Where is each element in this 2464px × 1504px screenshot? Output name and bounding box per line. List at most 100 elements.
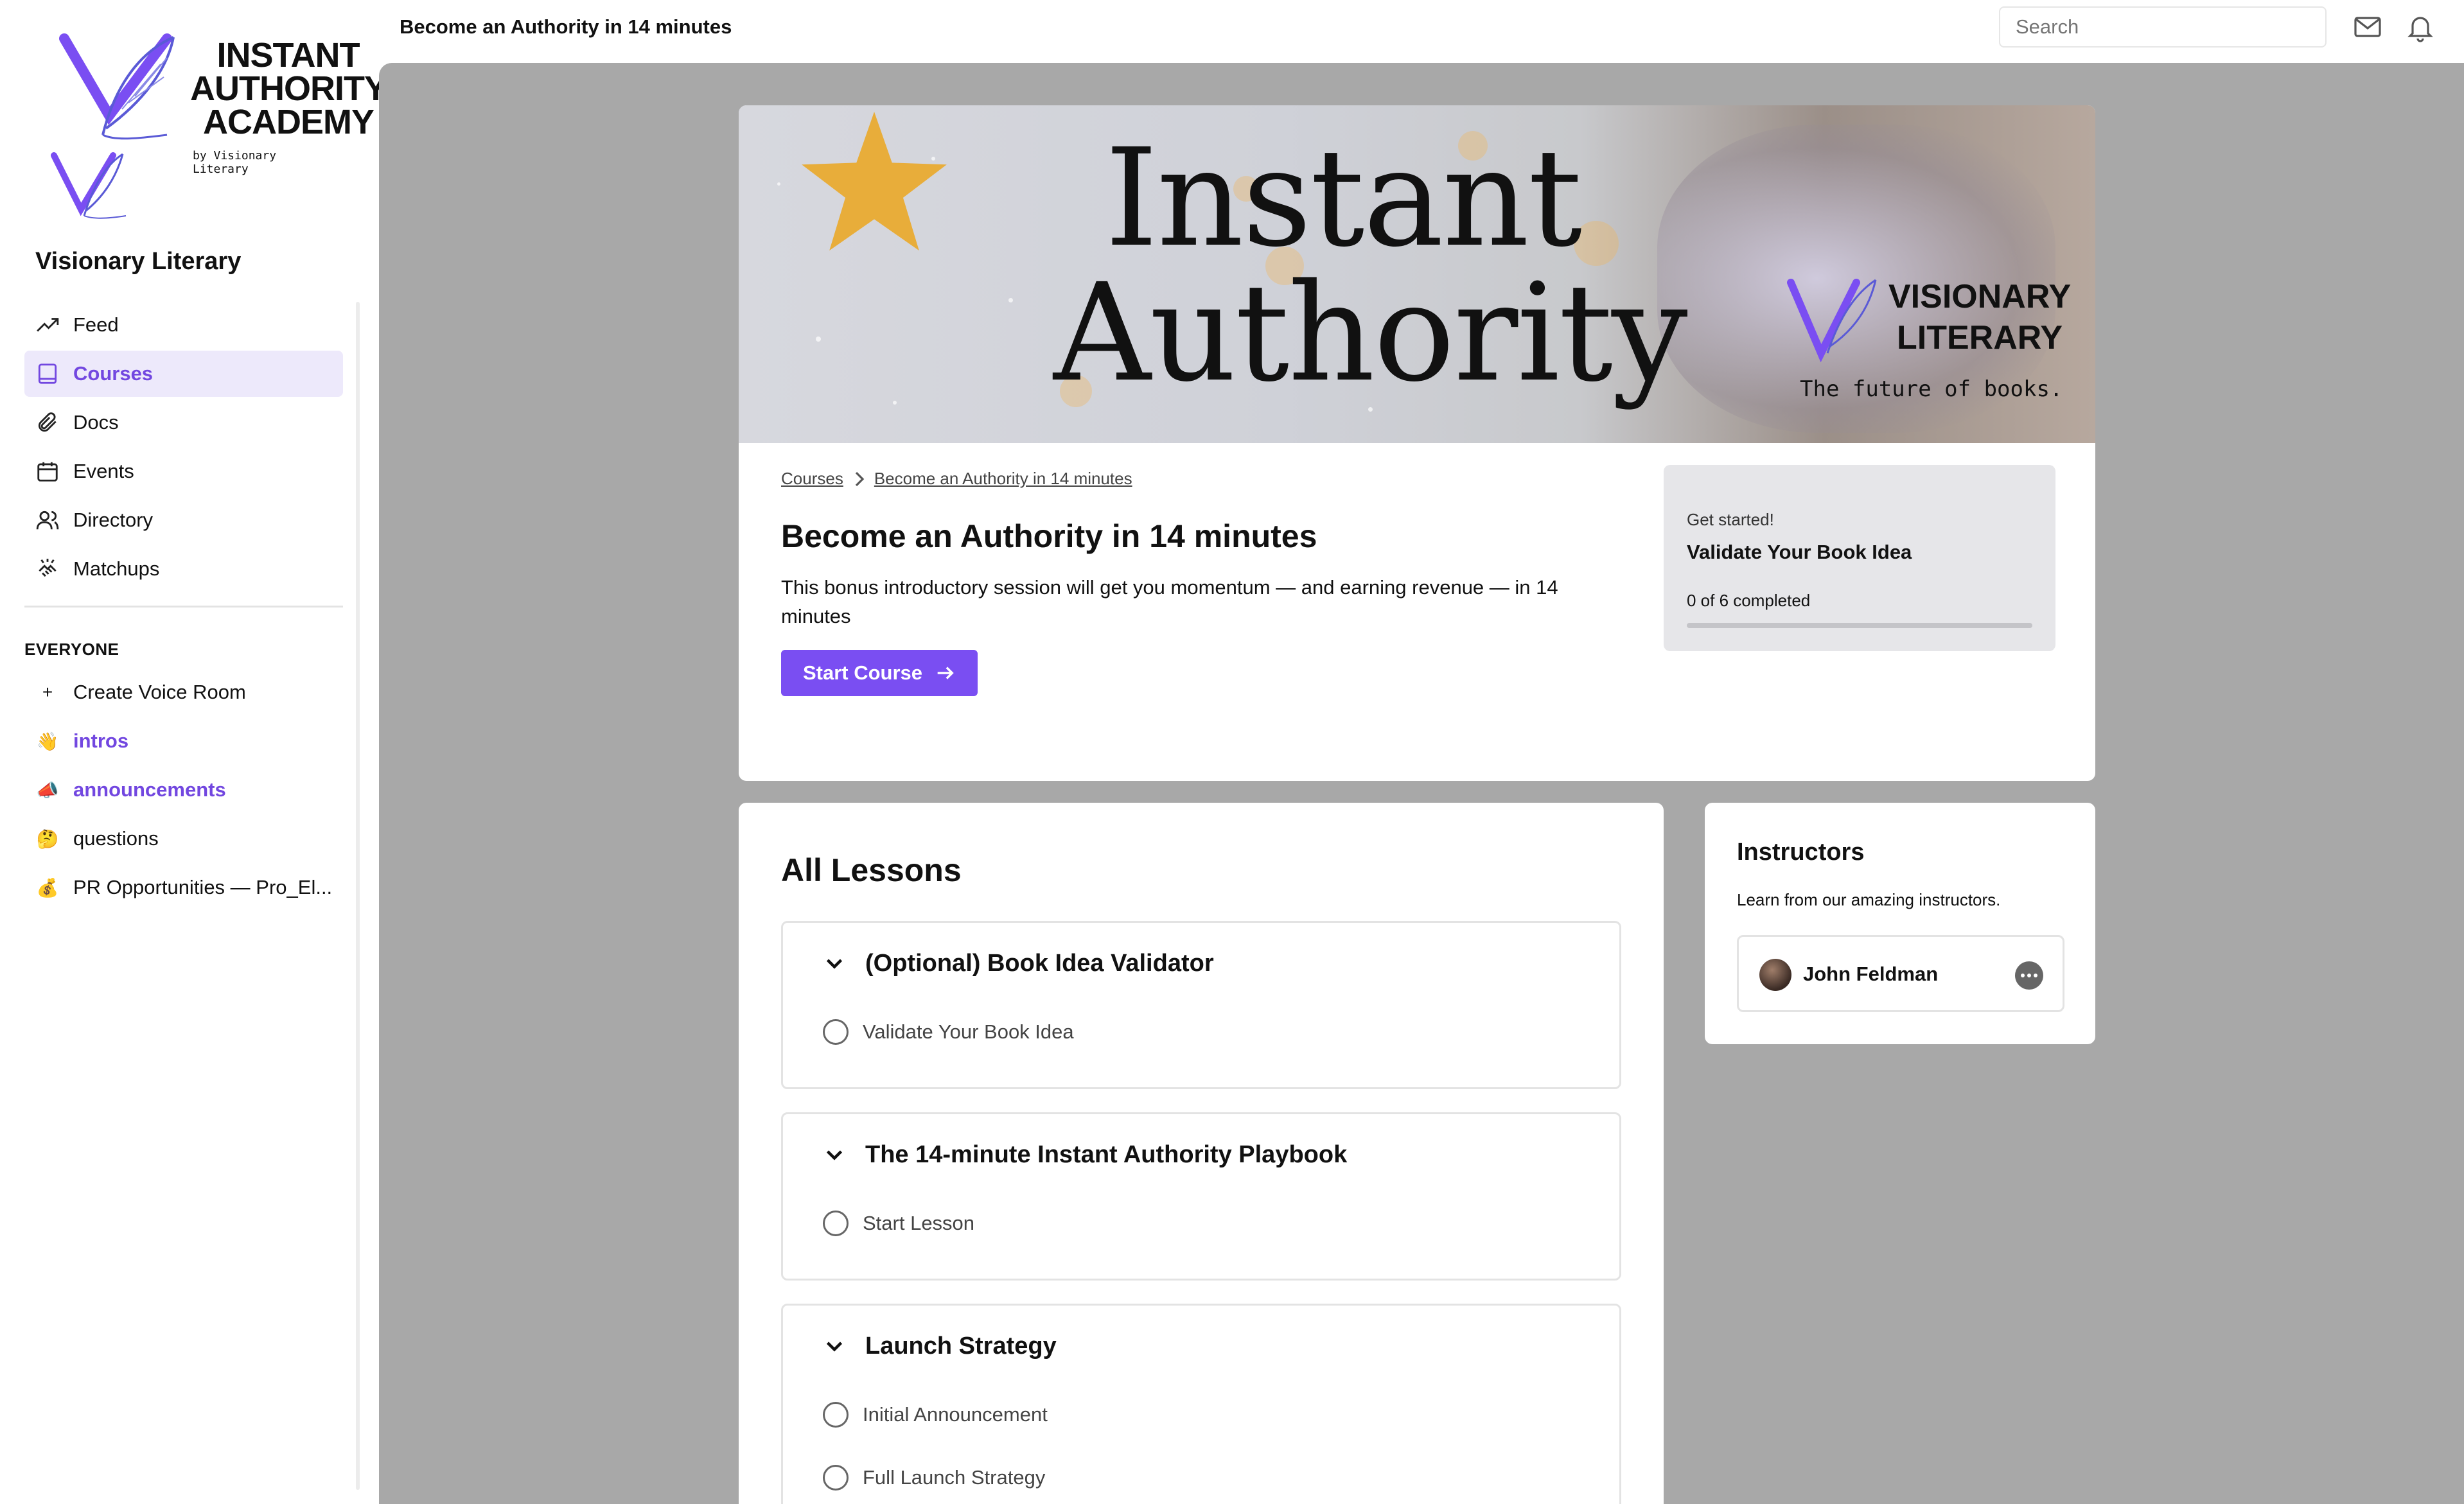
next-lesson-title: Validate Your Book Idea xyxy=(1687,541,1912,563)
brand-tagline: The future of books. xyxy=(1800,376,2063,402)
main-nav: Feed Courses Docs Events Directory Match… xyxy=(24,302,343,595)
progress-card[interactable]: Get started! Validate Your Book Idea 0 o… xyxy=(1664,465,2055,651)
lesson-title: Start Lesson xyxy=(863,1212,975,1234)
lessons-card: All Lessons (Optional) Book Idea Validat… xyxy=(739,803,1664,1504)
chat-bubble-icon[interactable] xyxy=(2015,961,2043,990)
instructors-subtitle: Learn from our amazing instructors. xyxy=(1737,890,2001,909)
module-title: (Optional) Book Idea Validator xyxy=(865,950,1214,977)
money-bag-icon: 💰 xyxy=(36,877,59,898)
channel-questions[interactable]: 🤔 questions xyxy=(24,814,343,863)
lesson-item[interactable]: Start Lesson xyxy=(823,1211,974,1236)
channel-label: questions xyxy=(73,827,159,850)
channel-pr-opportunities[interactable]: 💰 PR Opportunities — Pro_El... xyxy=(24,863,343,912)
section-label-everyone: EVERYONE xyxy=(24,640,119,659)
nav-item-matchups[interactable]: Matchups xyxy=(24,546,343,592)
nav-label: Docs xyxy=(73,411,119,433)
start-course-label: Start Course xyxy=(802,661,923,684)
channel-announcements[interactable]: 📣 announcements xyxy=(24,765,343,814)
users-icon xyxy=(35,507,60,533)
mail-icon[interactable] xyxy=(2352,12,2383,42)
module-instant-authority-playbook: The 14-minute Instant Authority Playbook… xyxy=(781,1112,1621,1281)
lesson-item[interactable]: Validate Your Book Idea xyxy=(823,1019,1074,1045)
sidebar-scrollbar[interactable] xyxy=(356,302,360,1490)
search-input[interactable] xyxy=(1999,6,2327,48)
chevron-right-icon xyxy=(852,471,865,487)
sidebar: INSTANT AUTHORITY ACADEMY by Visionary L… xyxy=(0,0,387,1504)
instructor-item[interactable]: John Feldman xyxy=(1737,935,2064,1012)
course-banner: Instant Authority VISIONARY LITERARY The… xyxy=(739,105,2095,443)
chevron-down-icon xyxy=(826,1341,843,1352)
lesson-title: Full Launch Strategy xyxy=(863,1466,1046,1489)
logo-subtitle: by Visionary Literary xyxy=(193,149,277,176)
avatar xyxy=(1759,959,1791,991)
start-course-button[interactable]: Start Course xyxy=(781,650,978,696)
paperclip-icon xyxy=(35,410,60,435)
main-content: Instant Authority VISIONARY LITERARY The… xyxy=(379,63,2464,1504)
page-title: Become an Authority in 14 minutes xyxy=(400,15,732,38)
progress-label: Get started! xyxy=(1687,510,1774,529)
course-title: Become an Authority in 14 minutes xyxy=(781,518,1317,554)
lesson-title: Initial Announcement xyxy=(863,1403,1048,1426)
instructors-title: Instructors xyxy=(1737,839,1865,866)
instructor-name: John Feldman xyxy=(1803,963,1939,985)
create-voice-room-button[interactable]: + Create Voice Room xyxy=(24,668,343,717)
top-bar: Become an Authority in 14 minutes xyxy=(360,0,2464,63)
nav-label: Events xyxy=(73,460,134,482)
nav-item-courses[interactable]: Courses xyxy=(24,351,343,397)
nav-item-feed[interactable]: Feed xyxy=(24,302,343,348)
bell-icon[interactable] xyxy=(2405,12,2436,42)
chevron-down-icon xyxy=(826,958,843,969)
wave-icon: 👋 xyxy=(36,731,59,751)
progress-bar xyxy=(1687,623,2032,628)
lesson-item[interactable]: Initial Announcement xyxy=(823,1402,1048,1428)
logo-text: INSTANT AUTHORITY ACADEMY xyxy=(190,36,387,141)
module-launch-strategy: Launch Strategy Initial Announcement Ful… xyxy=(781,1304,1621,1504)
channel-intros[interactable]: 👋 intros xyxy=(24,717,343,765)
trending-icon xyxy=(35,312,60,338)
lesson-item[interactable]: Full Launch Strategy xyxy=(823,1465,1045,1491)
sidebar-divider xyxy=(24,606,343,608)
nav-label: Feed xyxy=(73,313,119,336)
incomplete-circle-icon xyxy=(823,1019,849,1045)
book-icon xyxy=(35,361,60,387)
progress-count: 0 of 6 completed xyxy=(1687,591,1811,610)
module-book-idea-validator: (Optional) Book Idea Validator Validate … xyxy=(781,921,1621,1089)
banner-title: Instant Authority xyxy=(1053,119,1688,412)
module-header[interactable]: The 14-minute Instant Authority Playbook xyxy=(823,1141,1347,1169)
nav-label: Directory xyxy=(73,509,154,531)
handshake-icon xyxy=(35,556,60,582)
nav-item-docs[interactable]: Docs xyxy=(24,399,343,446)
breadcrumb-current[interactable]: Become an Authority in 14 minutes xyxy=(874,469,1132,489)
lessons-title: All Lessons xyxy=(781,852,962,888)
plus-icon: + xyxy=(42,682,53,702)
chevron-down-icon xyxy=(826,1150,843,1160)
breadcrumb: Courses Become an Authority in 14 minute… xyxy=(781,469,1132,489)
thinking-face-icon: 🤔 xyxy=(36,828,59,849)
breadcrumb-courses[interactable]: Courses xyxy=(781,469,843,489)
nav-label: Matchups xyxy=(73,557,160,580)
channel-list: + Create Voice Room 👋 intros 📣 announcem… xyxy=(24,668,343,912)
channel-label: Create Voice Room xyxy=(73,681,246,703)
channel-label: intros xyxy=(73,730,129,752)
nav-label: Courses xyxy=(73,362,154,385)
star-icon xyxy=(802,112,947,251)
nav-item-directory[interactable]: Directory xyxy=(24,497,343,543)
module-title: The 14-minute Instant Authority Playbook xyxy=(865,1141,1348,1168)
quill-small-icon xyxy=(51,152,127,219)
nav-item-events[interactable]: Events xyxy=(24,448,343,494)
arrow-right-icon xyxy=(937,667,954,679)
module-header[interactable]: Launch Strategy xyxy=(823,1333,1057,1360)
community-logo[interactable]: INSTANT AUTHORITY ACADEMY by Visionary L… xyxy=(45,32,387,225)
instructors-card: Instructors Learn from our amazing instr… xyxy=(1705,803,2095,1044)
incomplete-circle-icon xyxy=(823,1465,849,1491)
incomplete-circle-icon xyxy=(823,1402,849,1428)
brand-quill-icon xyxy=(1787,279,1877,363)
community-name[interactable]: Visionary Literary xyxy=(35,248,241,275)
course-description: This bonus introductory session will get… xyxy=(781,576,1558,627)
course-hero-card: Instant Authority VISIONARY LITERARY The… xyxy=(739,105,2095,781)
incomplete-circle-icon xyxy=(823,1211,849,1236)
calendar-icon xyxy=(35,459,60,484)
channel-label: announcements xyxy=(73,778,226,801)
module-header[interactable]: (Optional) Book Idea Validator xyxy=(823,950,1214,977)
channel-label: PR Opportunities — Pro_El... xyxy=(73,876,333,898)
